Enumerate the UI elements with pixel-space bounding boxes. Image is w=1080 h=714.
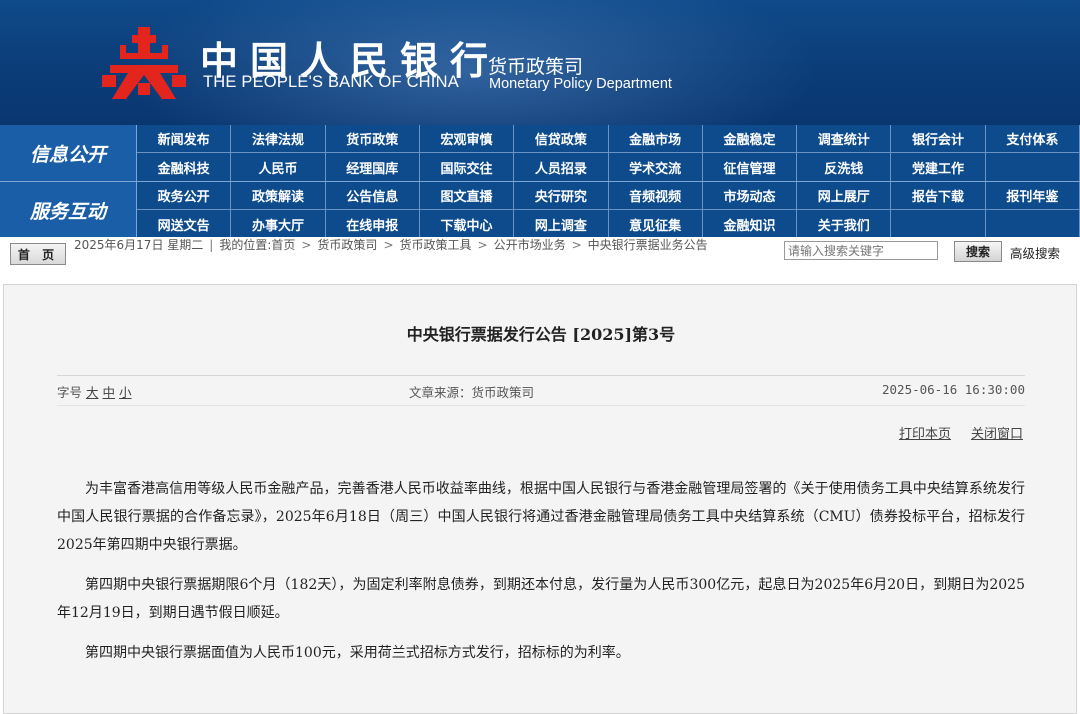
nav-item[interactable]: 关于我们 (797, 210, 892, 238)
divider (57, 405, 1025, 406)
breadcrumb-item[interactable]: 中央银行票据业务公告 (588, 238, 708, 252)
nav-section-service[interactable]: 服务互动 (0, 182, 137, 238)
nav-item-empty (986, 153, 1080, 181)
separator: | (209, 238, 214, 252)
search-input[interactable] (784, 241, 938, 260)
nav-item[interactable]: 下载中心 (420, 210, 515, 238)
nav-item[interactable]: 政策解读 (231, 182, 326, 210)
nav-item[interactable]: 宏观审慎 (419, 125, 515, 153)
nav-item[interactable]: 网送文告 (137, 210, 232, 238)
article-paragraph: 第四期中央银行票据期限6个月（182天），为固定利率附息债券，到期还本付息，发行… (57, 577, 1025, 621)
chevron-right-icon: > (477, 238, 488, 252)
nav-item[interactable]: 党建工作 (891, 153, 986, 181)
article-meta: 字号大中小 文章来源：货币政策司 2025-06-16 16:30:00 (57, 382, 1025, 402)
nav-item[interactable]: 法律法规 (231, 125, 326, 153)
chevron-right-icon: > (571, 238, 582, 252)
nav-item[interactable]: 办事大厅 (231, 210, 326, 238)
nav-item[interactable]: 公告信息 (325, 182, 420, 210)
nav-item[interactable]: 经理国库 (326, 153, 420, 181)
nav-item[interactable]: 意见征集 (609, 210, 703, 238)
breadcrumb-item[interactable]: 货币政策工具 (400, 238, 472, 252)
nav-item[interactable]: 金融科技 (137, 153, 232, 181)
advanced-search-link[interactable]: 高级搜索 (1010, 243, 1060, 262)
nav-item[interactable]: 新闻发布 (137, 125, 232, 153)
nav-group-info-disclosure: 信息公开 新闻发布 法律法规 货币政策 宏观审慎 信贷政策 金融市场 金融稳定 … (0, 125, 1080, 181)
nav-item[interactable]: 国际交往 (420, 153, 515, 181)
chevron-right-icon: > (301, 238, 312, 252)
nav-item[interactable]: 网上展厅 (797, 182, 892, 210)
nav-section-info-disclosure[interactable]: 信息公开 (0, 125, 137, 181)
nav-grid-info: 新闻发布 法律法规 货币政策 宏观审慎 信贷政策 金融市场 金融稳定 调查统计 … (137, 125, 1080, 181)
nav-item-empty (986, 210, 1080, 238)
close-window-link[interactable]: 关闭窗口 (971, 427, 1023, 442)
article-title: 中央银行票据发行公告 [2025]第3号 (406, 325, 676, 344)
article-paragraph: 第四期中央银行票据面值为人民币100元，采用荷兰式招标方式发行，招标标的为利率。 (85, 645, 630, 661)
nav-item[interactable]: 政务公开 (137, 182, 232, 210)
font-size-label: 字号 (57, 385, 83, 400)
site-header: 中国人民银行 THE PEOPLE'S BANK OF CHINA 货币政策司 … (0, 0, 1080, 125)
font-size-medium-link[interactable]: 中 (103, 385, 116, 400)
pboc-emblem-icon (102, 27, 186, 99)
breadcrumb-location-label[interactable]: 我的位置:首页 (219, 238, 295, 252)
nav-item[interactable]: 市场动态 (702, 182, 798, 210)
nav-item[interactable]: 货币政策 (325, 125, 420, 153)
article-datetime: 2025-06-16 16:30:00 (882, 382, 1025, 397)
breadcrumb: 2025年6月17日 星期二 | 我的位置:首页 > 货币政策司 > 货币政策工具 > 公开市场… (74, 239, 786, 252)
font-size-control: 字号大中小 (57, 382, 132, 401)
nav-item[interactable]: 图文直播 (419, 182, 515, 210)
current-date: 2025年6月17日 星期二 (74, 238, 204, 252)
main-navigation: 信息公开 新闻发布 法律法规 货币政策 宏观审慎 信贷政策 金融市场 金融稳定 … (0, 125, 1080, 238)
breadcrumb-item[interactable]: 货币政策司 (317, 238, 377, 252)
font-size-large-link[interactable]: 大 (86, 385, 99, 400)
nav-item[interactable]: 征信管理 (703, 153, 798, 181)
bank-name-en: THE PEOPLE'S BANK OF CHINA (203, 73, 459, 91)
nav-item[interactable]: 人民币 (231, 153, 326, 181)
print-page-link[interactable]: 打印本页 (899, 427, 951, 442)
nav-item[interactable]: 银行会计 (891, 125, 986, 153)
department-name-en: Monetary Policy Department (489, 76, 672, 92)
nav-group-service: 服务互动 政务公开 政策解读 公告信息 图文直播 央行研究 音频视频 市场动态 … (0, 181, 1080, 238)
nav-item[interactable]: 报刊年鉴 (985, 182, 1080, 210)
article-body: 为丰富香港高信用等级人民币金融产品，完善香港人民币收益率曲线，根据中国人民银行与… (57, 475, 1025, 679)
breadcrumb-item[interactable]: 公开市场业务 (494, 238, 566, 252)
nav-item[interactable]: 学术交流 (609, 153, 703, 181)
article-source: 文章来源：货币政策司 (409, 385, 535, 400)
search-button[interactable]: 搜索 (954, 241, 1002, 262)
nav-item[interactable]: 网上调查 (514, 210, 609, 238)
nav-item[interactable]: 人员招录 (514, 153, 609, 181)
nav-item[interactable]: 央行研究 (514, 182, 609, 210)
article-paragraph: 为丰富香港高信用等级人民币金融产品，完善香港人民币收益率曲线，根据中国人民银行与… (57, 481, 1025, 553)
nav-grid-service: 政务公开 政策解读 公告信息 图文直播 央行研究 音频视频 市场动态 网上展厅 … (137, 182, 1080, 238)
department-name-cn: 货币政策司 (488, 56, 584, 78)
nav-item[interactable]: 支付体系 (985, 125, 1080, 153)
nav-item[interactable]: 金融市场 (608, 125, 703, 153)
nav-item[interactable]: 音频视频 (608, 182, 703, 210)
nav-item[interactable]: 调查统计 (797, 125, 892, 153)
info-bar: 首 页 2025年6月17日 星期二 | 我的位置:首页 > 货币政策司 > 货币政策工具 >… (0, 237, 1080, 270)
chevron-right-icon: > (383, 238, 394, 252)
divider (57, 375, 1025, 376)
home-button[interactable]: 首 页 (10, 243, 66, 265)
article-panel: 中央银行票据发行公告 [2025]第3号 字号大中小 文章来源：货币政策司 20… (3, 284, 1077, 714)
nav-item[interactable]: 信贷政策 (514, 125, 609, 153)
article-actions: 打印本页 关闭窗口 (879, 423, 1023, 442)
nav-item[interactable]: 反洗钱 (797, 153, 892, 181)
nav-item[interactable]: 金融知识 (703, 210, 798, 238)
nav-item[interactable]: 报告下载 (891, 182, 986, 210)
nav-item[interactable]: 金融稳定 (702, 125, 798, 153)
nav-item[interactable]: 在线申报 (326, 210, 420, 238)
nav-item-empty (891, 210, 986, 238)
font-size-small-link[interactable]: 小 (119, 385, 132, 400)
